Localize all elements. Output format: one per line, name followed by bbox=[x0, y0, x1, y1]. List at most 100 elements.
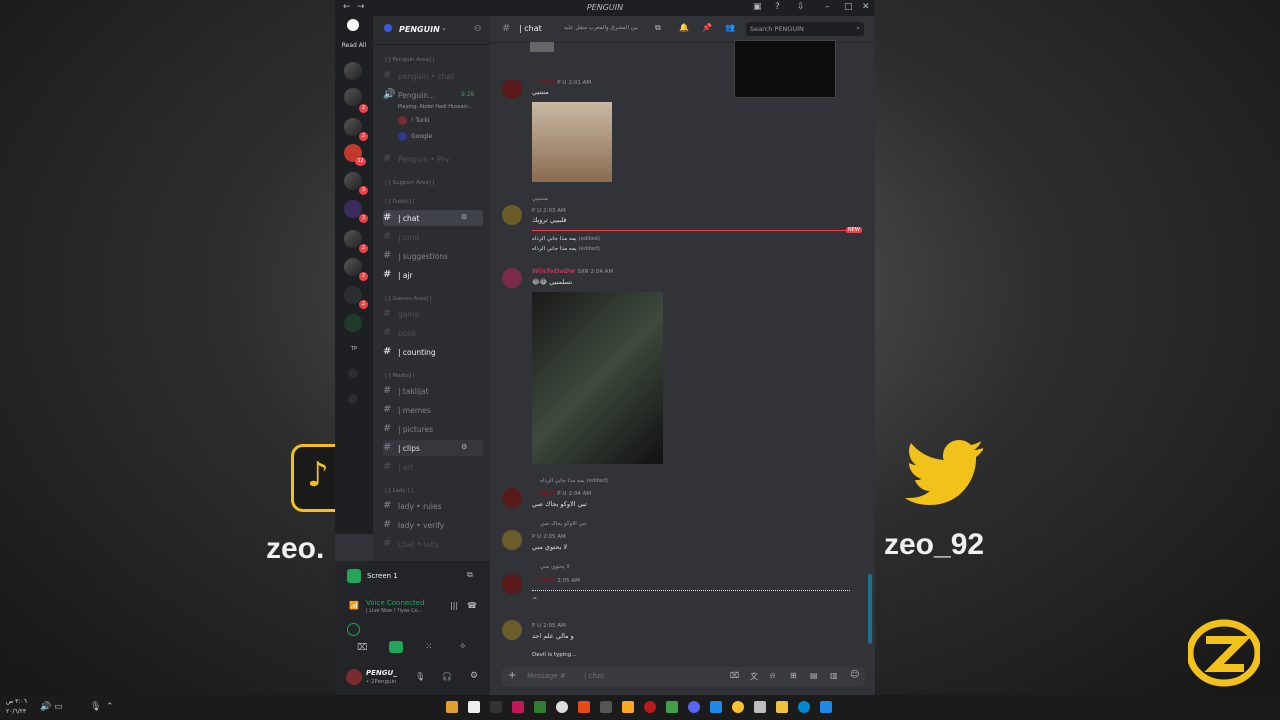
close-icon[interactable]: ✕ bbox=[862, 2, 870, 12]
maximize-icon[interactable]: □ bbox=[844, 2, 853, 12]
help-icon[interactable]: ? bbox=[775, 2, 780, 12]
add-friend-icon[interactable]: ⚇ bbox=[474, 24, 481, 33]
notification-bell-icon[interactable]: 🔔 bbox=[679, 23, 689, 32]
search-input[interactable]: Search PENGUIN ⌕ bbox=[746, 22, 864, 36]
channel-counting[interactable]: # | counting bbox=[383, 344, 483, 360]
image-attachment[interactable] bbox=[530, 42, 554, 52]
taskbar-app-icon[interactable] bbox=[512, 701, 524, 713]
gift-box-icon[interactable]: ⊞ bbox=[790, 671, 797, 680]
taskbar-app-icon[interactable] bbox=[644, 701, 656, 713]
add-server-icon[interactable] bbox=[348, 368, 358, 378]
noise-suppression-icon[interactable]: ||| bbox=[450, 601, 458, 610]
avatar[interactable] bbox=[502, 574, 522, 594]
gif-icon[interactable]: ▤ bbox=[810, 671, 818, 680]
channel-chat[interactable]: # | chat ⚙ bbox=[383, 210, 483, 226]
volume-icon[interactable]: 🔊 bbox=[40, 702, 51, 712]
minimize-icon[interactable]: – bbox=[825, 2, 830, 12]
channel-memes[interactable]: # | memes bbox=[383, 402, 483, 418]
chevron-down-icon[interactable]: ⌄ bbox=[441, 24, 447, 32]
soundboard-icon[interactable]: ✧ bbox=[459, 642, 467, 652]
explore-servers-icon[interactable] bbox=[348, 394, 358, 404]
channel-clips[interactable]: # | clips ⚙ bbox=[383, 440, 483, 456]
taskbar-app-icon[interactable] bbox=[600, 701, 612, 713]
category-games-area[interactable]: | [ Games Area] | bbox=[385, 296, 432, 302]
image-attachment[interactable] bbox=[532, 292, 663, 464]
category-support-area[interactable]: | [ Support Area] | bbox=[385, 180, 434, 186]
emoji-icon[interactable]: ☺ bbox=[850, 670, 859, 680]
voice-channel-penguin[interactable]: 🔊 Penguin... 9:28 bbox=[383, 87, 483, 103]
avatar[interactable] bbox=[502, 205, 522, 225]
member-list-icon[interactable]: 👥 bbox=[725, 23, 735, 32]
category-public[interactable]: | [ Public] | bbox=[385, 199, 415, 205]
category-lady[interactable]: | [ Lady ] | bbox=[385, 488, 413, 494]
taskbar-app-icon[interactable] bbox=[578, 701, 590, 713]
headphones-icon[interactable]: 🎧 bbox=[442, 672, 452, 681]
taskbar-app-icon[interactable] bbox=[666, 701, 678, 713]
translate-icon[interactable]: 文 bbox=[750, 671, 758, 682]
discord-home-icon[interactable] bbox=[347, 19, 359, 31]
channel-lady-verify[interactable]: # lady • verify bbox=[383, 517, 483, 533]
microphone-icon[interactable]: 🎙 bbox=[415, 672, 425, 681]
taskbar-discord-icon[interactable] bbox=[688, 701, 700, 713]
avatar[interactable] bbox=[502, 268, 522, 288]
pin-icon[interactable]: 📌 bbox=[702, 23, 712, 32]
taskbar-app-icon[interactable] bbox=[446, 701, 458, 713]
user-avatar[interactable] bbox=[346, 669, 362, 685]
reply-preview[interactable]: لا يحتوي مني bbox=[540, 564, 570, 570]
taskbar-app-icon[interactable] bbox=[754, 701, 766, 713]
stream-preview[interactable] bbox=[734, 40, 836, 98]
taskbar-app-icon[interactable] bbox=[534, 701, 546, 713]
settings-gear-icon[interactable]: ⚙ bbox=[461, 213, 467, 221]
voice-user-turki[interactable]: ! Turki bbox=[398, 116, 429, 125]
channel-ajr[interactable]: # | ajr bbox=[383, 267, 483, 283]
channel-game[interactable]: # game bbox=[383, 306, 483, 322]
taskbar-folder-icon[interactable] bbox=[776, 701, 788, 713]
bell-icon[interactable]: ⍾ bbox=[770, 671, 775, 681]
network-icon[interactable]: ▭ bbox=[54, 702, 63, 712]
inbox-icon[interactable]: ▣ bbox=[753, 2, 762, 12]
taskbar-time[interactable]: ٣:٠٦ ص bbox=[6, 698, 27, 705]
message-input[interactable]: + Message # | chat ⌧ 文 ⍾ ⊞ ▤ ▥ ☺ bbox=[502, 667, 865, 687]
sticker-icon[interactable]: ▥ bbox=[830, 671, 838, 680]
avatar[interactable] bbox=[502, 530, 522, 550]
voice-connected-label[interactable]: Voice Connected bbox=[366, 599, 425, 607]
channel-chat-lady[interactable]: # chat • lady bbox=[383, 536, 483, 552]
category-penguin-area[interactable]: | [ Penguin Area] | bbox=[385, 57, 435, 63]
taskbar-app-icon[interactable] bbox=[490, 701, 502, 713]
voice-channel-label[interactable]: | Live Now / ?iyas Co... bbox=[366, 608, 422, 614]
channel-lady-rules[interactable]: # lady • rules bbox=[383, 498, 483, 514]
channel-taklijat[interactable]: # | taklijat bbox=[383, 383, 483, 399]
screen-share-button[interactable] bbox=[389, 641, 403, 653]
download-icon[interactable]: ⇩ bbox=[797, 2, 805, 12]
scrollbar[interactable] bbox=[868, 574, 872, 644]
video-off-icon[interactable]: ⌧ bbox=[357, 643, 367, 653]
channel-bonk[interactable]: # bonk bbox=[383, 325, 483, 341]
channel-penguin-prv[interactable]: # Penguin • Prv bbox=[383, 151, 483, 167]
channel-penguin-chat[interactable]: # penguin • chat bbox=[383, 68, 483, 84]
chevron-up-icon[interactable]: ⌃ bbox=[106, 702, 114, 712]
reply-preview[interactable]: يمه مذا جاني الرذاه (edited) bbox=[540, 478, 608, 484]
server-header[interactable]: PENGUIN ⌄ ⚇ bbox=[373, 16, 490, 45]
taskbar-app-icon[interactable] bbox=[556, 701, 568, 713]
popout-icon[interactable]: ⧉ bbox=[467, 570, 473, 580]
channel-topic[interactable]: بين المشرق والمغرب منقل عليه bbox=[564, 25, 638, 31]
user-settings-gear-icon[interactable]: ⚙ bbox=[470, 671, 478, 681]
reply-preview[interactable]: مننننيي bbox=[532, 196, 548, 202]
windows-start-icon[interactable] bbox=[820, 701, 832, 713]
reply-preview[interactable]: تبي الاوكو يجاك صي bbox=[540, 521, 586, 527]
category-media[interactable]: | [ Media] | bbox=[385, 373, 415, 379]
image-attachment[interactable] bbox=[532, 102, 612, 182]
gift-icon[interactable]: ⌧ bbox=[730, 671, 739, 680]
threads-icon[interactable]: ⧉ bbox=[655, 23, 661, 33]
read-all-button[interactable]: Read All bbox=[335, 42, 373, 49]
taskbar-date[interactable]: ٢٠/٦/٢٣ bbox=[6, 708, 26, 715]
taskbar-edge-icon[interactable] bbox=[798, 701, 810, 713]
voice-user-google[interactable]: Google bbox=[398, 132, 432, 141]
avatar[interactable] bbox=[502, 79, 522, 99]
channel-cmd[interactable]: # | cmd bbox=[383, 229, 483, 245]
avatar[interactable] bbox=[502, 620, 522, 640]
taskbar-app-icon[interactable] bbox=[468, 701, 480, 713]
settings-gear-icon[interactable]: ⚙ bbox=[461, 443, 467, 451]
channel-pictures[interactable]: # | pictures bbox=[383, 421, 483, 437]
taskbar-chrome-icon[interactable] bbox=[732, 701, 744, 713]
